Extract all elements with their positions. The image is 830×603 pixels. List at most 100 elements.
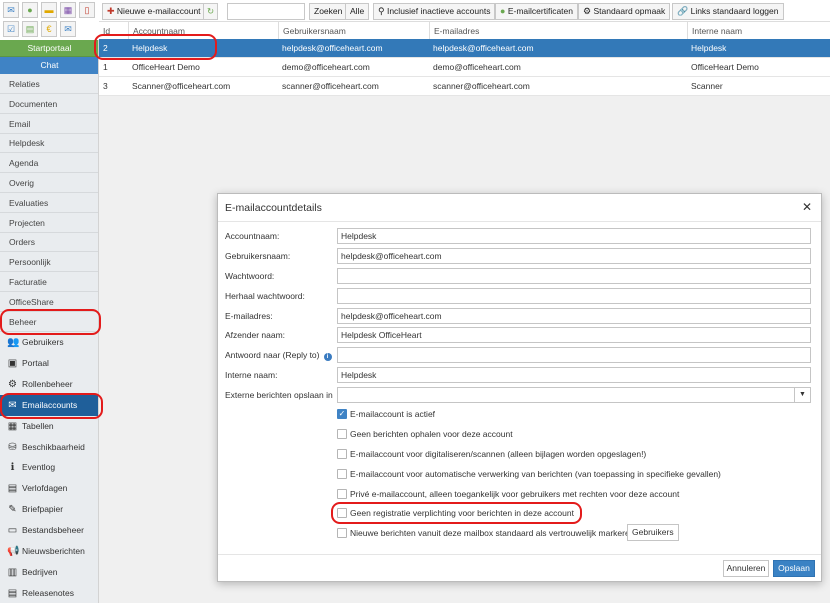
gebruikersnaam-label: Gebruikersnaam: — [225, 248, 290, 264]
sidebar-item-gebruikers[interactable]: 👥 Gebruikers — [0, 332, 98, 353]
checkbox-unchecked-icon[interactable] — [337, 469, 347, 479]
sidebar-item-label: Beschikbaarheid — [22, 441, 85, 452]
cell-id: 3 — [103, 81, 108, 91]
sidebar-item-rollenbeheer[interactable]: ⚙ Rollenbeheer — [0, 374, 98, 395]
sidebar-item-label: Tabellen — [22, 420, 54, 431]
sidebar-item-persoonlijk[interactable]: Persoonlijk — [0, 252, 98, 273]
search-input[interactable] — [227, 3, 305, 20]
certificates-button[interactable]: ● E-mailcertificaten — [495, 3, 578, 20]
sidebar-item-documenten[interactable]: Documenten — [0, 94, 98, 114]
sidebar-item-beschikbaarheid[interactable]: ⛁ Beschikbaarheid — [0, 437, 98, 458]
accountnaam-input[interactable]: Helpdesk — [337, 228, 811, 244]
column-header-internenaam[interactable]: Interne naam — [687, 22, 742, 40]
e-mailadres-input[interactable]: helpdesk@officeheart.com — [337, 308, 811, 324]
sidebar-item-nieuwsberichten[interactable]: 📢 Nieuwsberichten — [0, 541, 98, 562]
sidebar-item-verlofdagen[interactable]: ▤ Verlofdagen — [0, 478, 98, 499]
calendar-icon[interactable]: ▦ — [60, 2, 76, 18]
close-icon[interactable]: ✕ — [802, 201, 812, 213]
paper-icon: ✎ — [8, 504, 17, 516]
wachtwoord-label: Wachtwoord: — [225, 268, 274, 284]
antwoord-naar-reply-to-label: Antwoord naar (Reply to) i — [225, 347, 332, 363]
filter-icon: ⚲ — [378, 6, 385, 16]
afzender-naam-input[interactable]: Helpdesk OfficeHeart — [337, 327, 811, 343]
field-label-text: Afzender naam: — [225, 330, 286, 340]
info-icon[interactable]: i — [323, 353, 332, 361]
folder-select[interactable]: ▼ — [337, 387, 811, 403]
note-icon[interactable]: ▬ — [41, 2, 57, 18]
megaphone-icon: 📢 — [7, 546, 20, 557]
new-email-account-button[interactable]: ✚ Nieuwe e-mailaccount — [102, 3, 206, 20]
mail-icon[interactable]: ✉ — [60, 21, 76, 37]
interne-naam-input[interactable]: Helpdesk — [337, 367, 811, 383]
sidebar-item-portaal[interactable]: ▣ Portaal — [0, 353, 98, 374]
list-icon[interactable]: ▤ — [22, 21, 38, 37]
herhaal-wachtwoord-label: Herhaal wachtwoord: — [225, 288, 305, 304]
table-row[interactable]: 1 OfficeHeart Demo demo@officeheart.com dem… — [99, 58, 830, 77]
field-label-text: E-mailadres: — [225, 311, 273, 321]
dialog-footer-divider — [218, 554, 821, 555]
column-header-gebruikersnaam[interactable]: Gebruikersnaam — [278, 22, 346, 40]
sidebar-item-orders[interactable]: Orders — [0, 232, 98, 253]
cell-id: 1 — [103, 62, 108, 72]
app-icon-grid: ✉ ● ▬ ▦ ▯ ☑ ▤ € ✉ — [0, 0, 98, 40]
sidebar-item-helpdesk[interactable]: Helpdesk — [0, 133, 98, 154]
table-icon: ▦ — [7, 420, 18, 432]
field-label-text: Herhaal wachtwoord: — [225, 291, 305, 301]
checkbox-icon[interactable]: ✉ — [3, 2, 19, 18]
info-icon: ℹ — [10, 462, 15, 474]
users-button[interactable]: Gebruikers — [627, 524, 679, 541]
sidebar-item-label: Bestandsbeheer — [22, 525, 84, 536]
annotation-no-registration-option — [331, 502, 582, 524]
wachtwoord-input[interactable] — [337, 268, 811, 284]
herhaal-wachtwoord-input[interactable] — [337, 288, 811, 304]
antwoord-naar-reply-to-input[interactable] — [337, 347, 811, 363]
sidebar-item-eventlog[interactable]: ℹ Eventlog — [0, 457, 98, 478]
sidebar-startportaal[interactable]: Startportaal — [0, 40, 98, 57]
refresh-button[interactable]: ↻ — [203, 3, 219, 20]
checkbox-label: Geen berichten ophalen voor deze account — [350, 429, 513, 439]
default-layout-button[interactable]: ⚙ Standaard opmaak — [578, 3, 671, 20]
sidebar-item-email[interactable]: Email — [0, 114, 98, 134]
search-button[interactable]: Zoeken — [309, 3, 348, 20]
gebruikersnaam-input[interactable]: helpdesk@officeheart.com — [337, 248, 811, 264]
sidebar-item-bestandsbeheer[interactable]: ▭ Bestandsbeheer — [0, 520, 98, 541]
sidebar-item-releasenotes[interactable]: ▤ Releasenotes — [0, 583, 98, 603]
field-label-text: Gebruikersnaam: — [225, 251, 291, 261]
link-icon: 🔗 — [677, 6, 689, 16]
save-button[interactable]: Opslaan — [773, 560, 815, 577]
checkbox-unchecked-icon[interactable] — [337, 489, 347, 499]
sidebar-item-briefpapier[interactable]: ✎ Briefpapier — [0, 499, 98, 520]
sidebar-item-evaluaties[interactable]: Evaluaties — [0, 193, 98, 213]
document-icon[interactable]: ▯ — [79, 2, 95, 18]
checkbox-icon[interactable]: ☑ — [3, 21, 19, 37]
sidebar-chat[interactable]: Chat — [0, 57, 98, 74]
field-label-text: Antwoord naar (Reply to) — [225, 350, 320, 360]
table-row[interactable]: 3 Scanner@officeheart.com scanner@officehe… — [99, 77, 830, 96]
checkbox-label: E-mailaccount voor digitaliseren/scannen… — [350, 449, 647, 459]
checkbox-checked-icon[interactable]: ✓ — [337, 409, 347, 419]
default-links-button[interactable]: 🔗 Links standaard loggen — [672, 3, 784, 20]
sidebar-item-projecten[interactable]: Projecten — [0, 213, 98, 233]
euro-icon[interactable]: € — [41, 21, 57, 37]
sidebar-item-label: Bedrijven — [22, 566, 58, 577]
checkbox-unchecked-icon[interactable] — [337, 449, 347, 459]
calendar-icon: ▤ — [7, 483, 18, 495]
include-inactive-button[interactable]: ⚲ Inclusief inactieve accounts — [373, 3, 496, 20]
sidebar-item-facturatie[interactable]: Facturatie — [0, 272, 98, 292]
checkbox-unchecked-icon[interactable] — [337, 429, 347, 439]
sidebar-item-overig[interactable]: Overig — [0, 173, 98, 193]
column-header-emailadres[interactable]: E-mailadres — [429, 22, 479, 40]
sidebar-item-bedrijven[interactable]: ▥ Bedrijven — [0, 562, 98, 583]
cell-gebruikersnaam: scanner@officeheart.com — [282, 81, 379, 91]
cell-internenaam: Scanner — [691, 81, 723, 91]
refresh-icon: ↻ — [207, 6, 215, 16]
cell-internenaam: OfficeHeart Demo — [691, 62, 759, 72]
sidebar-item-agenda[interactable]: Agenda — [0, 153, 98, 174]
sidebar-item-relaties[interactable]: Relaties — [0, 74, 98, 94]
afzender-naam-label: Afzender naam: — [225, 327, 285, 343]
cancel-button[interactable]: Annuleren — [723, 560, 769, 577]
checkbox-unchecked-icon[interactable] — [337, 528, 347, 538]
chat-bubble-icon[interactable]: ● — [22, 2, 38, 18]
annotation-helpdesk-row — [94, 34, 217, 60]
all-button[interactable]: Alle — [345, 3, 370, 20]
